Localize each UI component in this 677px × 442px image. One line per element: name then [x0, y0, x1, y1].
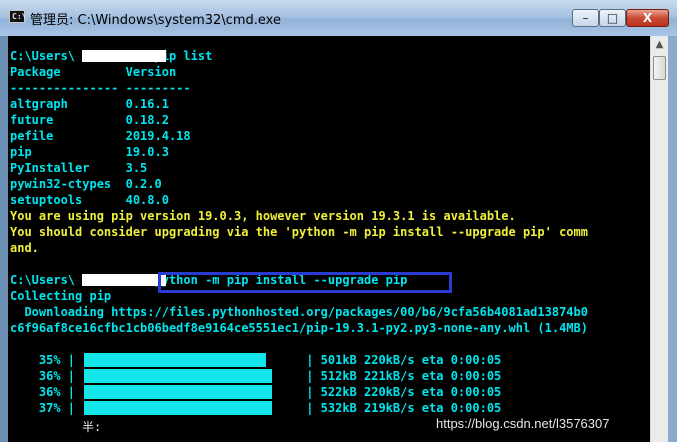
console-line: pefile 2019.4.18: [10, 129, 191, 143]
console-line: PyInstaller 3.5: [10, 161, 148, 175]
console-line: pywin32-ctypes 0.2.0: [10, 177, 162, 191]
cmd-app-icon[interactable]: C:\: [9, 10, 26, 23]
redacted-username: [82, 50, 166, 62]
progress-bar-fill: [84, 401, 272, 415]
console-line: --------------- ---------: [10, 81, 191, 95]
console-cursor: 半:: [82, 420, 102, 434]
redacted-username: [82, 274, 166, 286]
console-line: Downloading https://files.pythonhosted.o…: [10, 305, 588, 319]
scrollbar-thumb[interactable]: [653, 56, 666, 80]
window-title: 管理员: C:\Windows\system32\cmd.exe: [30, 13, 281, 28]
window-frame-right: [668, 36, 677, 442]
console-line: Package Version: [10, 65, 177, 79]
console-line: future 0.18.2: [10, 113, 169, 127]
console-line: You should consider upgrading via the 'p…: [10, 225, 588, 239]
progress-bar-fill: [84, 369, 272, 383]
scroll-up-arrow-icon[interactable]: ▲: [651, 36, 668, 53]
console-line: pip 19.0.3: [10, 145, 169, 159]
vertical-scrollbar[interactable]: ▲: [650, 36, 668, 442]
console-line: setuptools 40.8.0: [10, 193, 169, 207]
maximize-button[interactable]: □: [599, 9, 626, 27]
close-button[interactable]: X: [626, 9, 669, 27]
console-line: c6f96af8ce16cfbc1cb06bedf8e9164ce5551ec1…: [10, 321, 588, 335]
progress-bar-fill: [84, 385, 272, 399]
minimize-button[interactable]: –: [572, 9, 599, 27]
watermark: https://blog.csdn.net/l3576307: [436, 416, 610, 431]
progress-bar-fill: [84, 353, 266, 367]
console-output[interactable]: C:\Users\ >pip listPackage Version------…: [8, 36, 650, 442]
console-line: and.: [10, 241, 39, 255]
console-line: You are using pip version 19.0.3, howeve…: [10, 209, 516, 223]
cmd-window: C:\ 管理员: C:\Windows\system32\cmd.exe – □…: [0, 0, 677, 442]
highlighted-command-box: [158, 272, 452, 293]
console-line: altgraph 0.16.1: [10, 97, 169, 111]
title-bar[interactable]: C:\ 管理员: C:\Windows\system32\cmd.exe – □…: [0, 0, 677, 36]
console-line: Collecting pip: [10, 289, 112, 303]
